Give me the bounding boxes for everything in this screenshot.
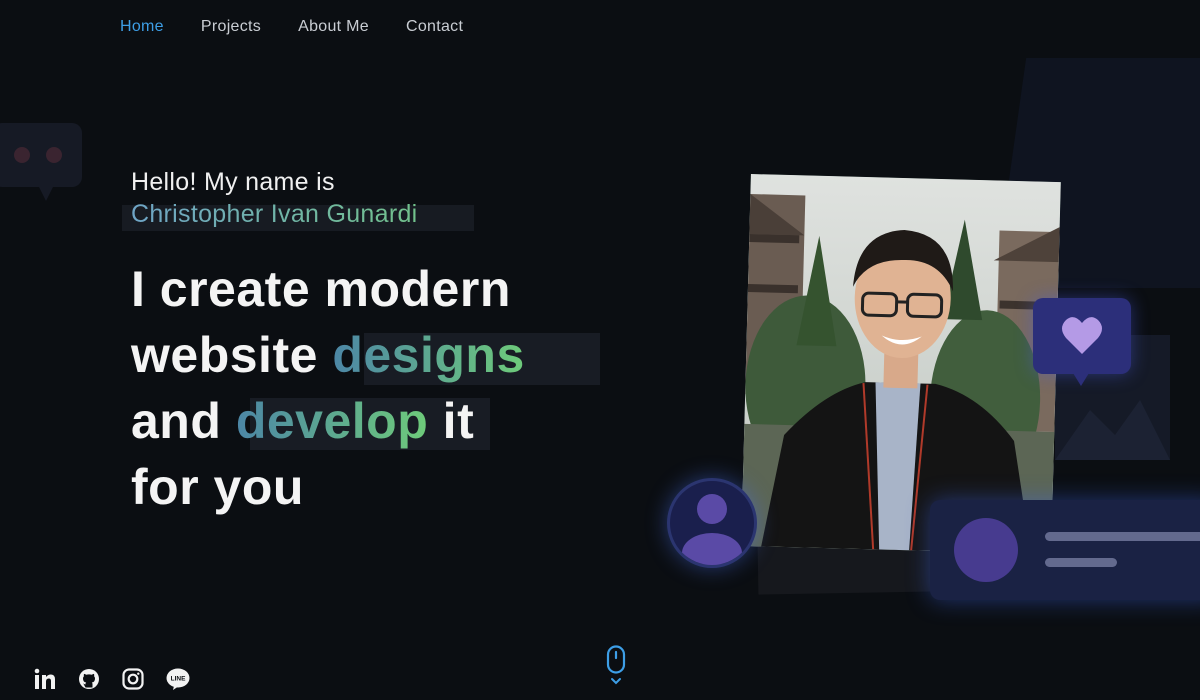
headline-designs: designs (332, 327, 525, 383)
scroll-down-indicator[interactable] (605, 645, 627, 687)
social-links: LINE (34, 668, 190, 690)
profile-card-line (1045, 532, 1200, 541)
profile-card-avatar (954, 518, 1018, 582)
profile-card-decoration (930, 500, 1200, 600)
line-icon[interactable]: LINE (166, 668, 190, 690)
nav-projects[interactable]: Projects (201, 18, 261, 36)
headline-line-2-pre: website (131, 327, 318, 383)
nav-home[interactable]: Home (120, 18, 164, 36)
avatar-decoration (667, 478, 757, 568)
headline-develop: develop (235, 393, 429, 449)
instagram-icon[interactable] (122, 668, 144, 690)
linkedin-icon[interactable] (34, 668, 56, 690)
profile-photo (741, 174, 1061, 554)
nav-contact[interactable]: Contact (406, 18, 463, 36)
chat-bubble-decoration (0, 123, 82, 201)
profile-card-line (1045, 558, 1117, 567)
headline-line-3-pre: and (131, 393, 222, 449)
heart-reaction-card (1033, 298, 1131, 386)
github-icon[interactable] (78, 668, 100, 690)
greeting-text: Hello! My name is (131, 168, 335, 196)
mouse-icon (605, 645, 627, 691)
photo-shadow (757, 543, 939, 595)
svg-text:LINE: LINE (171, 676, 186, 683)
top-nav: Home Projects About Me Contact (120, 18, 500, 36)
author-name: Christopher Ivan Gunardi (122, 200, 427, 231)
headline-line-4: for you (131, 459, 304, 515)
nav-about-me[interactable]: About Me (298, 18, 369, 36)
headline: I create modern website designs and deve… (131, 256, 525, 520)
headline-line-3-post: it (442, 393, 475, 449)
headline-line-1: I create modern (131, 261, 511, 317)
